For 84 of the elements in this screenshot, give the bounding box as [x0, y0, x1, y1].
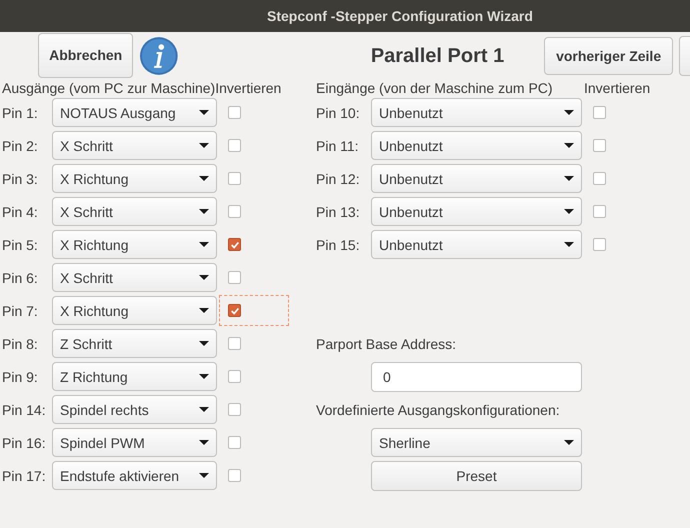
caret-icon [199, 176, 209, 181]
pin-label: Pin 15: [316, 236, 361, 252]
invert-checkbox[interactable] [228, 370, 241, 383]
cancel-button[interactable]: Abbrechen [38, 32, 134, 78]
pin-label: Pin 17: [2, 468, 47, 484]
pin-dropdown[interactable]: Unbenutzt [371, 230, 582, 259]
caret-icon [199, 473, 209, 478]
inputs-heading: Eingänge (von der Maschine zum PC) [316, 80, 554, 96]
pin-dropdown[interactable]: Unbenutzt [371, 131, 582, 160]
caret-icon [199, 275, 209, 280]
pin-label: Pin 13: [316, 204, 361, 220]
caret-icon [199, 143, 209, 148]
pin-dropdown[interactable]: Spindel PWM [52, 428, 217, 457]
caret-icon [199, 209, 209, 214]
pin-label: Pin 2: [2, 138, 39, 154]
pin-dropdown[interactable]: Unbenutzt [371, 197, 582, 226]
invert-checkbox[interactable] [593, 238, 606, 251]
pin-dropdown[interactable]: X Richtung [52, 164, 217, 193]
pin-label: Pin 4: [2, 204, 39, 220]
caret-icon [564, 209, 574, 214]
caret-icon [564, 440, 574, 445]
invert-heading: Invertieren [584, 80, 650, 96]
invert-checkbox[interactable] [228, 238, 241, 251]
caret-icon [199, 308, 209, 313]
caret-icon [564, 176, 574, 181]
caret-icon [199, 110, 209, 115]
pin-label: Pin 14: [2, 402, 47, 418]
caret-icon [199, 341, 209, 346]
parport-label: Parport Base Address: [316, 336, 456, 352]
info-icon[interactable] [139, 36, 179, 76]
pin-dropdown[interactable]: Endstufe aktivieren [52, 461, 217, 490]
invert-checkbox[interactable] [593, 106, 606, 119]
pin-label: Pin 5: [2, 236, 39, 252]
window-title: Stepconf -Stepper Configuration Wizard [267, 8, 533, 24]
pin-dropdown[interactable]: X Schritt [52, 131, 217, 160]
invert-checkbox[interactable] [228, 106, 241, 119]
invert-checkbox[interactable] [228, 172, 241, 185]
preset-dropdown[interactable]: Sherline [371, 428, 582, 457]
invert-checkbox[interactable] [228, 403, 241, 416]
caret-icon [564, 242, 574, 247]
page-title: Parallel Port 1 [370, 44, 506, 68]
pin-label: Pin 8: [2, 336, 39, 352]
previous-button[interactable]: vorheriger Zeile [544, 37, 674, 75]
pin-label: Pin 6: [2, 270, 39, 286]
invert-checkbox[interactable] [228, 304, 241, 317]
pin-label: Pin 11: [316, 138, 360, 154]
pin-dropdown[interactable]: NOTAUS Ausgang [52, 98, 217, 127]
caret-icon [564, 110, 574, 115]
caret-icon [564, 143, 574, 148]
pin-label: Pin 3: [2, 170, 39, 186]
pin-dropdown[interactable]: X Schritt [52, 197, 217, 226]
invert-checkbox[interactable] [228, 139, 241, 152]
pin-label: Pin 7: [2, 302, 39, 318]
pin-dropdown[interactable]: X Richtung [52, 230, 217, 259]
pin-dropdown[interactable]: Z Schritt [52, 329, 217, 358]
invert-checkbox[interactable] [228, 469, 241, 482]
pin-dropdown[interactable]: X Schritt [52, 263, 217, 292]
outputs-heading: Ausgänge (vom PC zur Maschine) [2, 80, 216, 96]
preset-button[interactable]: Preset [371, 460, 582, 490]
pin-label: Pin 9: [2, 368, 39, 384]
invert-checkbox[interactable] [228, 337, 241, 350]
pin-label: Pin 10: [316, 104, 361, 120]
invert-checkbox[interactable] [228, 205, 241, 218]
caret-icon [199, 440, 209, 445]
pin-label: Pin 12: [316, 170, 361, 186]
pin-dropdown[interactable]: Unbenutzt [371, 98, 582, 127]
pin-label: Pin 1: [2, 104, 39, 120]
address-field[interactable]: 0 [371, 362, 582, 392]
invert-checkbox[interactable] [228, 271, 241, 284]
cut-off-button[interactable] [679, 36, 690, 76]
invert-checkbox[interactable] [593, 139, 606, 152]
pin-dropdown[interactable]: Spindel rechts [52, 395, 217, 424]
caret-icon [199, 407, 209, 412]
invert-checkbox[interactable] [593, 172, 606, 185]
caret-icon [199, 374, 209, 379]
pin-dropdown[interactable]: Unbenutzt [371, 164, 582, 193]
caret-icon [199, 242, 209, 247]
presets-label: Vordefinierte Ausgangskonfigurationen: [316, 402, 560, 418]
pin-dropdown[interactable]: X Richtung [52, 296, 217, 325]
invert-checkbox[interactable] [228, 436, 241, 449]
pin-label: Pin 16: [2, 434, 47, 450]
invert-checkbox[interactable] [593, 205, 606, 218]
pin-dropdown[interactable]: Z Richtung [52, 362, 217, 391]
invert-heading: Invertieren [215, 80, 282, 96]
